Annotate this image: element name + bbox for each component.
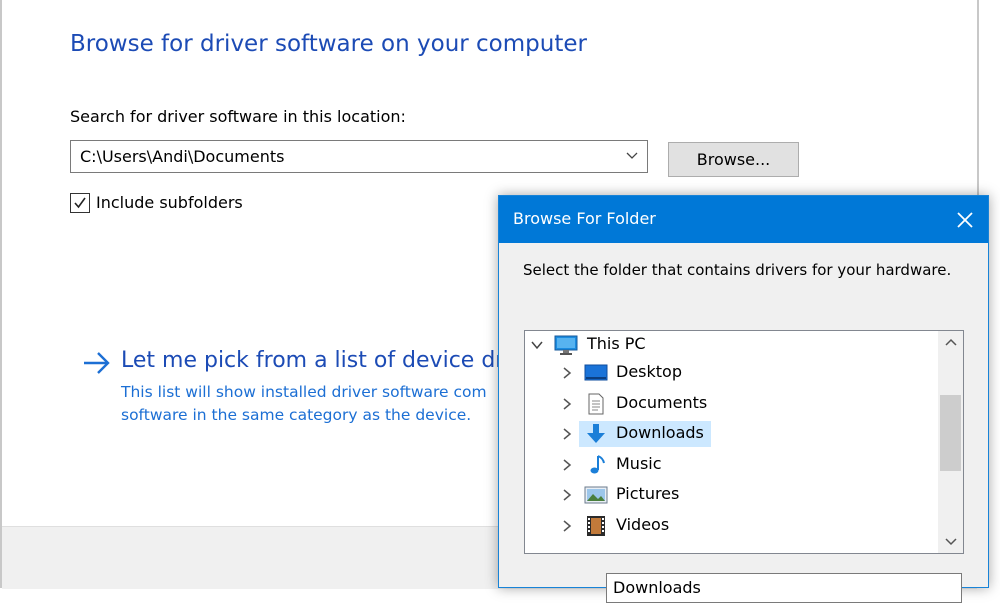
folder-tree[interactable]: This PC Desktop Documents Downloads Musi… [524,330,964,554]
scrollbar-thumb[interactable] [940,395,961,471]
desktop-icon [584,364,608,381]
pick-from-list-link[interactable]: Let me pick from a list of device driv [121,348,523,373]
chevron-right-icon[interactable] [560,366,574,380]
search-location-value: C:\Users\Andi\Documents [80,147,285,166]
folder-input[interactable]: Downloads [606,573,962,603]
tree-item-videos[interactable]: Videos [525,512,939,540]
browse-button[interactable]: Browse... [668,142,799,177]
tree-item-documents[interactable]: Documents [525,390,939,418]
chevron-right-icon[interactable] [560,519,574,533]
chevron-right-icon[interactable] [560,488,574,502]
download-icon [587,424,605,443]
tree-item-label: Music [616,454,662,473]
include-subfolders-checkbox[interactable] [70,193,90,213]
window-border-left [0,0,2,588]
pick-desc-line-1: This list will show installed driver sof… [121,383,487,401]
chevron-down-icon[interactable] [944,537,958,547]
document-icon [588,393,604,415]
tree-scrollbar[interactable] [938,331,963,553]
dialog-titlebar[interactable]: Browse For Folder [499,196,988,243]
music-note-icon [590,455,605,474]
chevron-down-icon[interactable] [625,149,639,163]
tree-item-label: Downloads [616,423,704,442]
tree-item-label: Pictures [616,484,680,503]
picture-icon [584,486,608,504]
film-icon [587,516,605,536]
pick-from-list-description: This list will show installed driver sof… [121,381,521,427]
include-subfolders-label[interactable]: Include subfolders [96,193,243,212]
tree-item-label: This PC [587,334,646,353]
checkmark-icon [74,197,86,209]
chevron-up-icon[interactable] [944,337,958,347]
chevron-right-icon[interactable] [560,427,574,441]
tree-item-desktop[interactable]: Desktop [525,359,939,387]
search-location-label: Search for driver software in this locat… [70,107,406,126]
chevron-down-icon[interactable] [530,338,544,352]
dialog-instruction: Select the folder that contains drivers … [523,261,952,279]
arrow-right-icon[interactable] [83,350,111,376]
close-icon[interactable] [953,208,977,232]
tree-item-label: Videos [616,515,670,534]
tree-item-music[interactable]: Music [525,451,939,479]
tree-item-downloads[interactable]: Downloads [525,420,939,448]
search-location-combobox[interactable]: C:\Users\Andi\Documents [70,140,648,173]
monitor-icon [554,335,578,355]
pick-desc-line-2: software in the same category as the dev… [121,406,472,424]
tree-item-pictures[interactable]: Pictures [525,481,939,509]
browse-for-folder-dialog: Browse For Folder Select the folder that… [498,195,989,603]
chevron-right-icon[interactable] [560,397,574,411]
tree-item-this-pc[interactable]: This PC [525,331,939,359]
chevron-right-icon[interactable] [560,458,574,472]
tree-item-label: Desktop [616,362,682,381]
dialog-title: Browse For Folder [513,209,656,228]
tree-item-label: Documents [616,393,708,412]
page-title: Browse for driver software on your compu… [70,31,587,57]
